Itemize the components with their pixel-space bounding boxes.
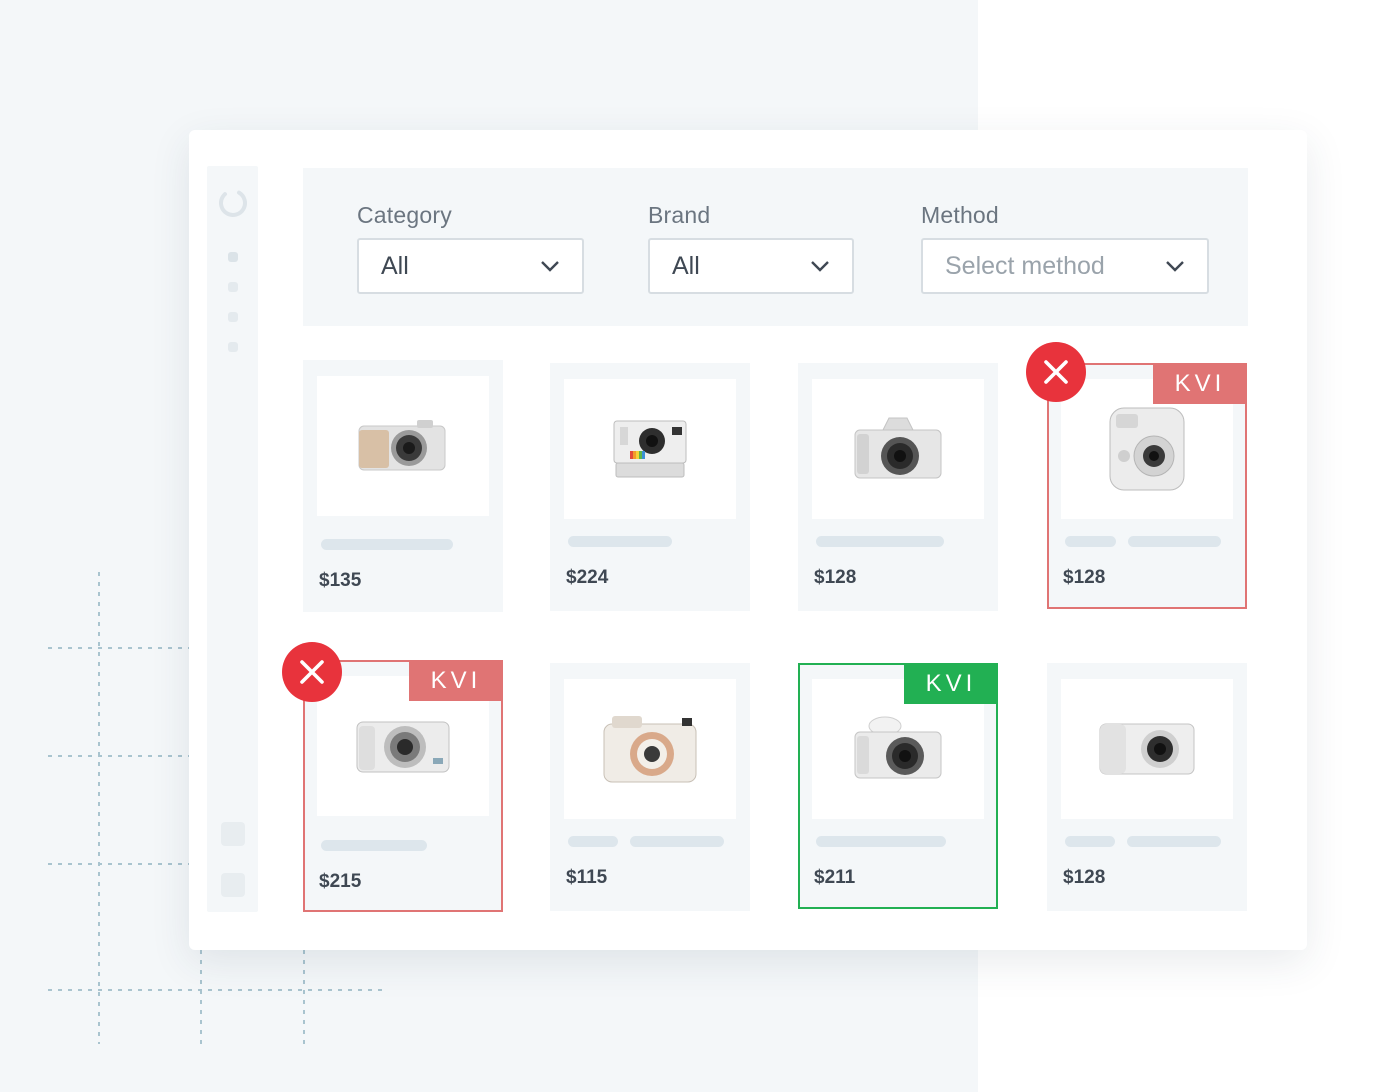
product-price: $128 bbox=[1063, 567, 1106, 588]
title-placeholder-bar bbox=[568, 536, 672, 547]
app-window: Category All Brand All Method Select met… bbox=[189, 130, 1307, 950]
product-image bbox=[564, 679, 736, 819]
title-placeholder-bar bbox=[1065, 536, 1116, 547]
product-card[interactable]: $224 bbox=[550, 363, 750, 611]
product-card[interactable]: $135 bbox=[303, 360, 503, 612]
product-card[interactable]: $115 bbox=[550, 663, 750, 911]
mirrorless-tan-camera-icon bbox=[358, 420, 446, 471]
title-placeholder-bar bbox=[816, 836, 946, 847]
brand-select[interactable]: All bbox=[648, 238, 854, 294]
title-placeholder-bar bbox=[321, 840, 427, 851]
product-image bbox=[317, 376, 489, 516]
product-price: $135 bbox=[319, 570, 362, 591]
kvi-badge: KVI bbox=[409, 660, 503, 701]
product-image bbox=[1061, 679, 1233, 819]
close-icon bbox=[1044, 360, 1068, 384]
remove-kvi-button[interactable] bbox=[282, 642, 342, 702]
category-label: Category bbox=[357, 202, 452, 228]
product-price: $115 bbox=[566, 867, 608, 888]
product-price: $211 bbox=[814, 867, 856, 888]
product-price: $128 bbox=[814, 567, 857, 588]
brand-value: All bbox=[672, 251, 700, 280]
product-image bbox=[812, 379, 984, 519]
vlog-camera-icon bbox=[854, 716, 942, 779]
product-image bbox=[564, 379, 736, 519]
sidebar bbox=[207, 166, 258, 912]
title-placeholder-bar bbox=[568, 836, 618, 847]
instax-mini-camera-icon bbox=[1109, 407, 1185, 491]
category-value: All bbox=[381, 251, 409, 280]
loading-spinner-icon bbox=[219, 189, 247, 217]
method-filter: Method Select method bbox=[921, 200, 1209, 294]
method-placeholder: Select method bbox=[945, 251, 1105, 280]
remove-kvi-button[interactable] bbox=[1026, 342, 1086, 402]
category-filter: Category All bbox=[357, 200, 584, 294]
category-select[interactable]: All bbox=[357, 238, 584, 294]
chevron-down-icon bbox=[1166, 261, 1184, 272]
mirrorless-canon-camera-icon bbox=[854, 417, 942, 479]
product-price: $128 bbox=[1063, 867, 1106, 888]
instant-polaroid-camera-icon bbox=[613, 420, 687, 478]
kvi-badge: KVI bbox=[1153, 363, 1247, 404]
chevron-down-icon bbox=[811, 261, 829, 272]
sidebar-nav-item[interactable] bbox=[228, 282, 238, 292]
title-placeholder-bar bbox=[1065, 836, 1115, 847]
product-card[interactable]: $128 bbox=[798, 363, 998, 611]
galaxy-camera-icon bbox=[1099, 723, 1195, 775]
title-placeholder-bar bbox=[321, 539, 453, 550]
kvi-badge: KVI bbox=[904, 663, 998, 704]
instax-wide-camera-icon bbox=[603, 716, 697, 783]
sidebar-nav-item[interactable] bbox=[228, 252, 238, 262]
product-price: $224 bbox=[566, 567, 609, 588]
sidebar-nav-item[interactable] bbox=[228, 342, 238, 352]
product-card-kvi-rejected[interactable]: $215 KVI bbox=[303, 660, 503, 912]
title-placeholder-bar bbox=[1127, 836, 1221, 847]
method-select[interactable]: Select method bbox=[921, 238, 1209, 294]
product-card-kvi-rejected[interactable]: $128 KVI bbox=[1047, 363, 1247, 609]
compact-camera-icon bbox=[356, 721, 450, 773]
sidebar-bottom-item[interactable] bbox=[221, 822, 245, 846]
sidebar-nav-item[interactable] bbox=[228, 312, 238, 322]
sidebar-bottom-item[interactable] bbox=[221, 873, 245, 897]
method-label: Method bbox=[921, 202, 999, 228]
close-icon bbox=[300, 660, 324, 684]
product-card-kvi-approved[interactable]: $211 KVI bbox=[798, 663, 998, 909]
brand-label: Brand bbox=[648, 202, 711, 228]
product-card[interactable]: $128 bbox=[1047, 663, 1247, 911]
filter-bar: Category All Brand All Method Select met… bbox=[303, 168, 1248, 326]
chevron-down-icon bbox=[541, 261, 559, 272]
title-placeholder-bar bbox=[1128, 536, 1221, 547]
title-placeholder-bar bbox=[630, 836, 724, 847]
brand-filter: Brand All bbox=[648, 200, 854, 294]
title-placeholder-bar bbox=[816, 536, 944, 547]
product-price: $215 bbox=[319, 871, 362, 892]
